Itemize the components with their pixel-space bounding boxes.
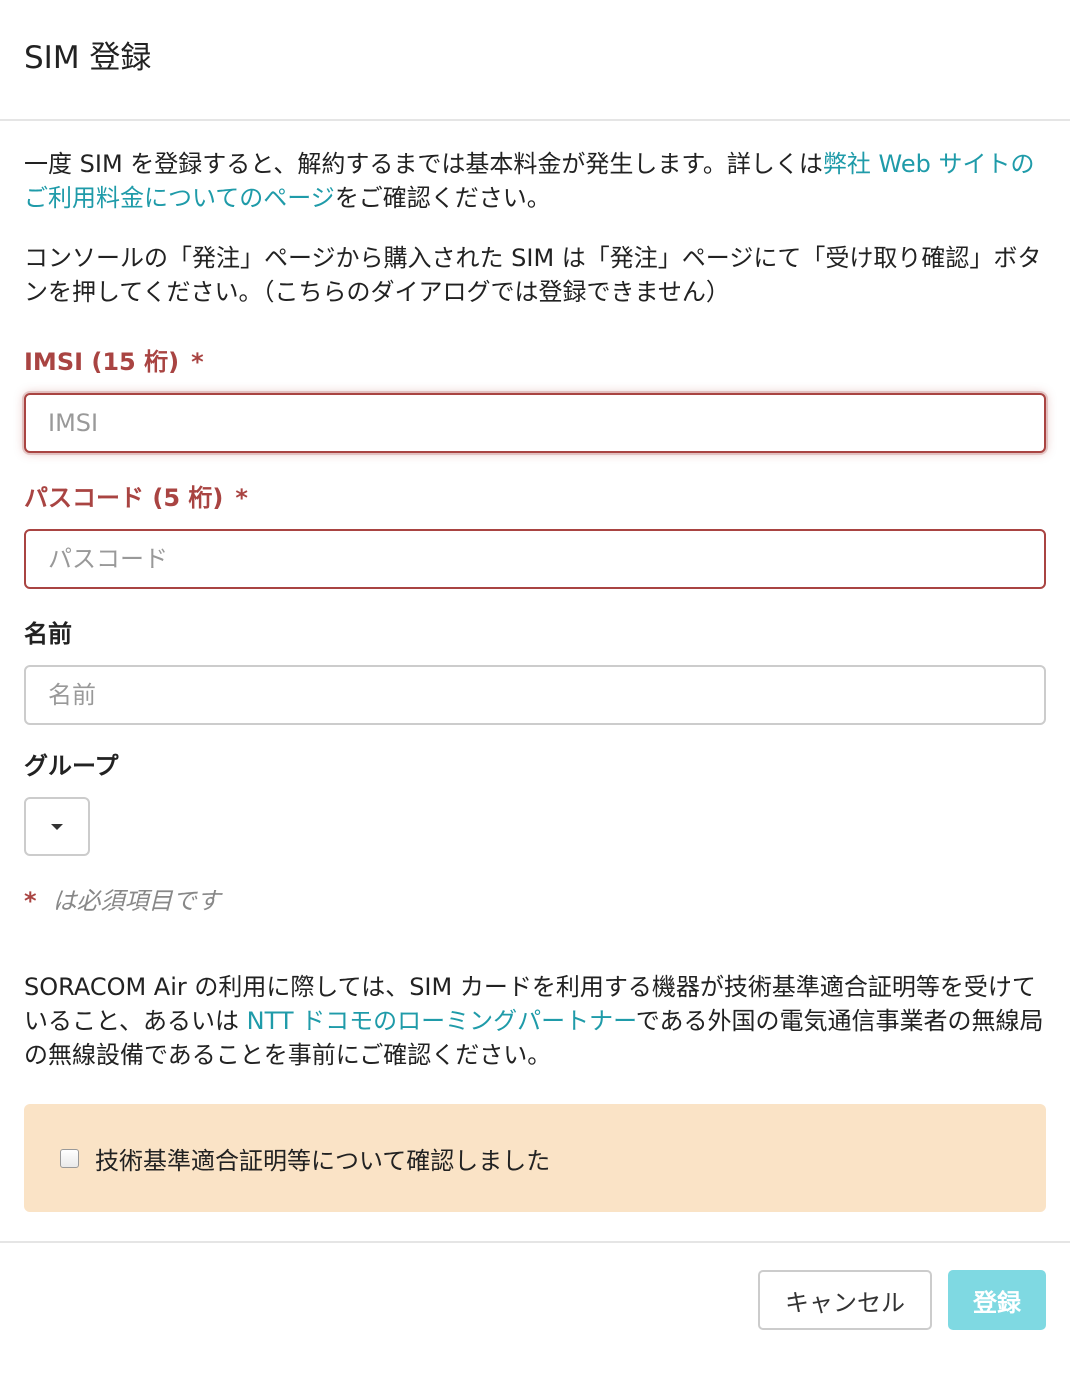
passcode-label: パスコード (5 桁) * xyxy=(24,483,1046,513)
group-dropdown[interactable] xyxy=(24,797,90,856)
certification-checkbox-label[interactable]: 技術基準適合証明等について確認しました xyxy=(95,1141,550,1176)
dialog-header: SIM 登録 xyxy=(0,0,1070,121)
cancel-button[interactable]: キャンセル xyxy=(758,1270,932,1330)
passcode-required-mark: * xyxy=(235,484,248,512)
certification-notice: SORACOM Air の利用に際しては、SIM カードを利用する機器が技術基準… xyxy=(24,970,1046,1072)
dialog-body: 一度 SIM を登録すると、解約するまでは基本料金が発生します。詳しくは弊社 W… xyxy=(0,121,1070,1212)
group-group: グループ xyxy=(24,751,1046,856)
register-button[interactable]: 登録 xyxy=(948,1270,1046,1330)
imsi-label: IMSI (15 桁) * xyxy=(24,347,1046,377)
pricing-notice: 一度 SIM を登録すると、解約するまでは基本料金が発生します。詳しくは弊社 W… xyxy=(24,147,1046,215)
pricing-notice-tail: をご確認ください。 xyxy=(334,184,551,212)
name-label: 名前 xyxy=(24,620,72,648)
imsi-group: IMSI (15 桁) * xyxy=(24,347,1046,453)
group-label: グループ xyxy=(24,752,119,780)
imsi-label-text: IMSI (15 桁) xyxy=(24,348,180,376)
name-group: 名前 xyxy=(24,619,1046,725)
passcode-input[interactable] xyxy=(24,529,1046,589)
dialog-title: SIM 登録 xyxy=(24,40,152,76)
passcode-group: パスコード (5 桁) * xyxy=(24,483,1046,589)
sim-register-dialog: SIM 登録 一度 SIM を登録すると、解約するまでは基本料金が発生します。詳… xyxy=(0,0,1070,1378)
passcode-label-text: パスコード (5 桁) xyxy=(24,484,224,512)
required-note-mark: * xyxy=(24,887,37,915)
required-fields-note: * は必須項目です xyxy=(24,886,1046,916)
dialog-footer: キャンセル 登録 xyxy=(0,1241,1070,1378)
certification-confirm-box: 技術基準適合証明等について確認しました xyxy=(24,1104,1046,1212)
imsi-required-mark: * xyxy=(191,348,204,376)
certification-checkbox[interactable] xyxy=(60,1148,79,1168)
caret-down-icon xyxy=(51,823,63,830)
required-note-text: は必須項目です xyxy=(52,887,221,915)
roaming-partner-link[interactable]: NTT ドコモのローミングパートナー xyxy=(247,1007,636,1035)
pricing-notice-text: 一度 SIM を登録すると、解約するまでは基本料金が発生します。詳しくは xyxy=(24,150,823,178)
name-input[interactable] xyxy=(24,665,1046,725)
imsi-input[interactable] xyxy=(24,393,1046,453)
order-notice: コンソールの「発注」ページから購入された SIM は「発注」ページにて「受け取り… xyxy=(24,244,1042,306)
